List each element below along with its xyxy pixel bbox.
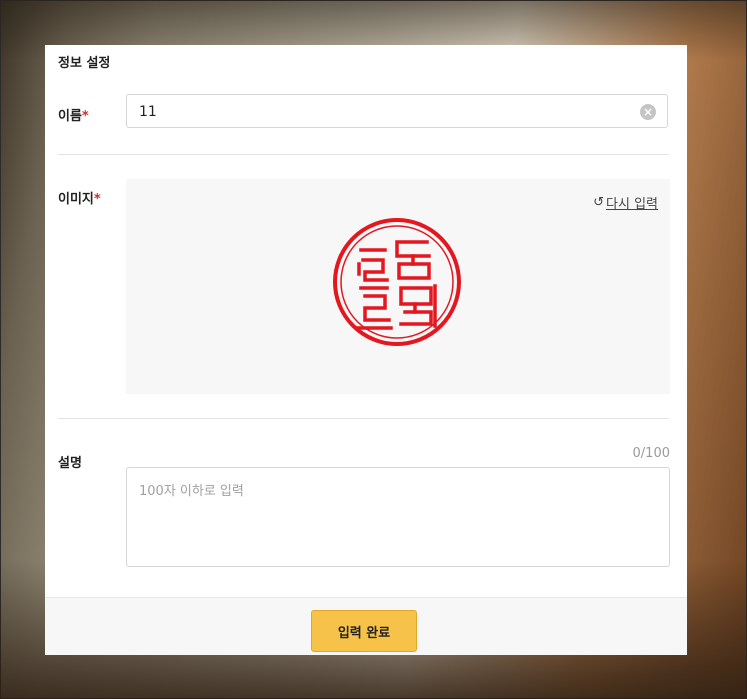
name-label: 이름* — [58, 105, 89, 124]
name-input[interactable]: 11 × — [126, 94, 668, 128]
divider — [58, 418, 669, 419]
description-label: 설명 — [58, 456, 82, 471]
reset-input-link[interactable]: ↺ 다시 입력 — [593, 193, 658, 212]
name-input-value[interactable]: 11 — [139, 104, 157, 120]
required-mark: * — [93, 192, 101, 207]
image-label-text: 이미지 — [58, 192, 94, 207]
name-label-text: 이름 — [58, 109, 82, 124]
description-textarea[interactable]: 100자 이하로 입력 — [126, 467, 670, 567]
char-counter: 0/100 — [632, 446, 670, 461]
seal-stamp-image — [333, 218, 461, 346]
reset-input-label[interactable]: 다시 입력 — [606, 193, 658, 212]
panel-title: 정보 설정 — [58, 56, 111, 71]
undo-icon[interactable]: ↺ — [593, 195, 604, 210]
clear-icon[interactable]: × — [640, 104, 656, 120]
image-preview-box: ↺ 다시 입력 — [126, 179, 670, 394]
info-settings-panel: 정보 설정 이름* 11 × 이미지* ↺ 다시 입력 설명 0/100 100… — [45, 45, 687, 655]
image-label: 이미지* — [58, 188, 101, 207]
submit-button[interactable]: 입력 완료 — [311, 610, 417, 652]
panel-footer: 입력 완료 — [45, 597, 687, 655]
divider — [58, 154, 669, 155]
description-placeholder: 100자 이하로 입력 — [139, 484, 244, 499]
required-mark: * — [81, 109, 89, 124]
